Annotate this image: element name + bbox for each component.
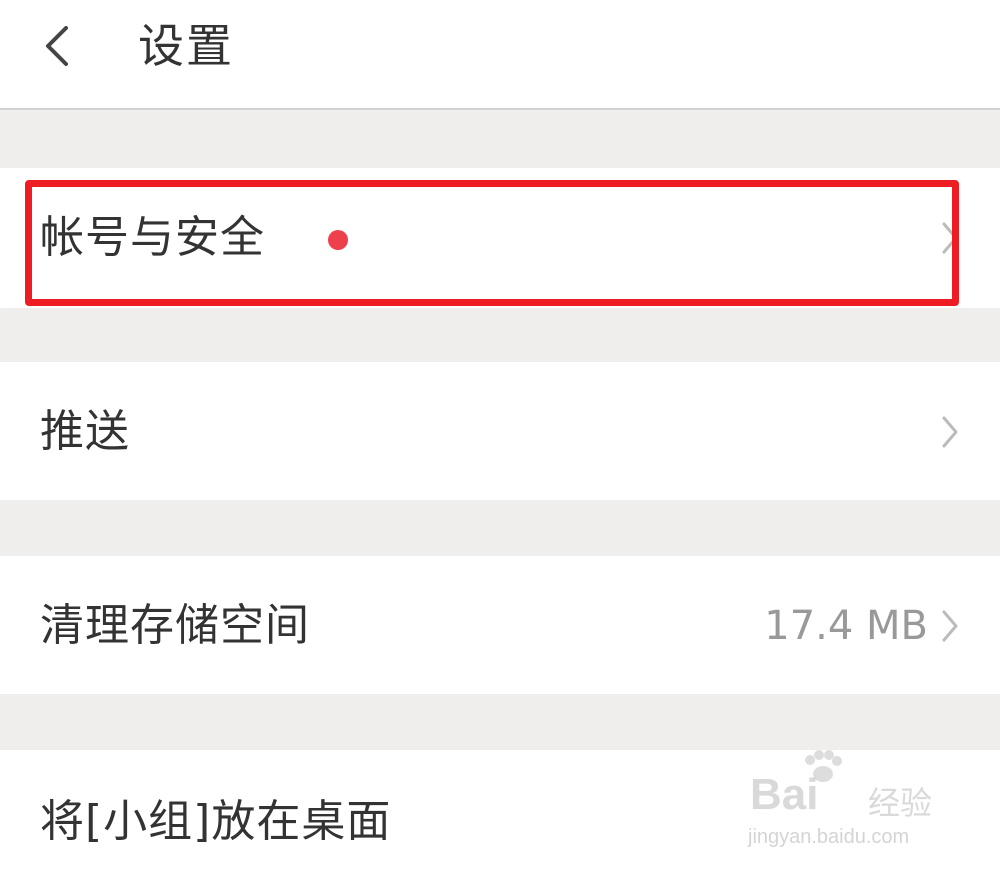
chevron-right-icon	[938, 606, 962, 646]
app-header: 设置	[0, 0, 1000, 110]
settings-item-label: 推送	[40, 406, 130, 457]
storage-size-value: 17.4 MB	[764, 603, 928, 649]
page-title: 设置	[138, 19, 234, 73]
chevron-right-icon	[938, 412, 962, 452]
settings-item-account-security[interactable]: 帐号与安全	[0, 168, 1000, 308]
back-button[interactable]	[28, 14, 92, 78]
settings-item-label: 将[小组]放在桌面	[40, 796, 392, 847]
notification-dot	[328, 230, 348, 250]
settings-item-add-to-desktop[interactable]: 将[小组]放在桌面	[0, 750, 1000, 872]
chevron-left-icon	[46, 26, 68, 66]
settings-item-clear-storage[interactable]: 清理存储空间 17.4 MB	[0, 556, 1000, 694]
settings-item-push[interactable]: 推送	[0, 362, 1000, 500]
settings-item-label: 帐号与安全	[40, 212, 265, 263]
settings-item-label: 清理存储空间	[40, 600, 310, 651]
chevron-right-icon	[938, 218, 962, 258]
